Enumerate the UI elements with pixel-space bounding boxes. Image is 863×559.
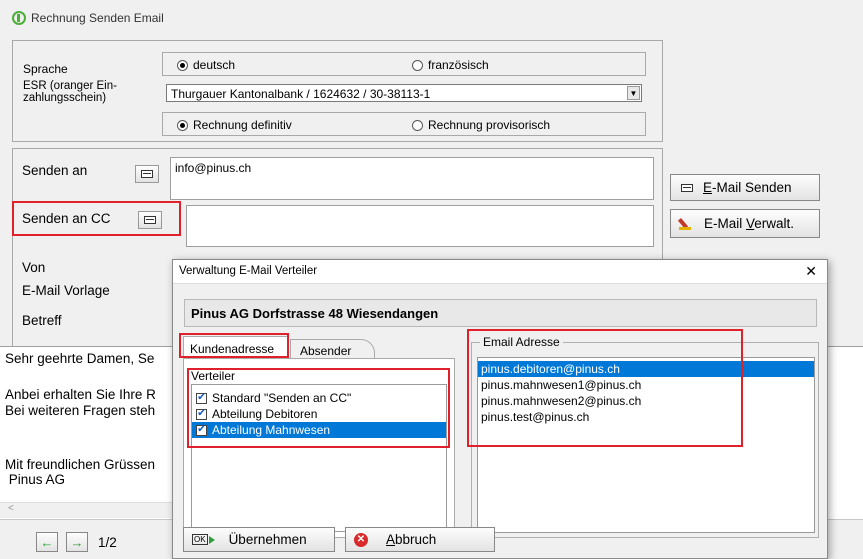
sprache-label: Sprache [23,62,68,76]
radio-definitiv-label: Rechnung definitiv [193,118,292,132]
cancel-icon: ✕ [354,532,368,547]
dialog-title-bar: Verwaltung E-Mail Verteiler ✕ [173,260,827,284]
senden-an-cc-address-button[interactable] [138,211,162,229]
radio-empty-icon [412,59,423,71]
tab-absender[interactable]: Absender [290,339,375,359]
arrow-right-icon: → [70,534,84,550]
betreff-label: Betreff [22,313,62,328]
email-senden-label: -Mail Senden [712,180,792,195]
senden-an-label: Senden an [22,163,88,178]
esr-select[interactable]: Thurgauer Kantonalbank / 1624632 / 30-38… [166,84,642,102]
close-icon[interactable]: ✕ [805,263,817,280]
window-title-bar: Rechnung Senden Email [12,11,164,25]
page-indicator: 1/2 [98,535,117,550]
radio-selected-icon [177,59,188,71]
envelope-icon [681,183,693,192]
von-label: Von [22,260,46,275]
radio-empty-icon [412,119,423,131]
radio-definitiv[interactable]: Rechnung definitiv [177,118,292,132]
radio-deutsch[interactable]: deutsch [177,58,235,72]
address-header: Pinus AG Dorfstrasse 48 Wiesendangen [184,299,817,327]
uebernehmen-button[interactable]: OK Übernehmen [183,527,335,552]
radio-deutsch-label: deutsch [193,58,236,72]
highlight-tab-kundenadresse [179,333,289,358]
dialog-title: Verwaltung E-Mail Verteiler [179,265,318,277]
email-vorlage-label: E-Mail Vorlage [22,283,110,298]
verteiler-dialog: Verwaltung E-Mail Verteiler ✕ Pinus AG D… [172,259,828,559]
highlight-verteiler [187,368,450,448]
radio-franzoesisch-label: französisch [428,58,489,72]
body-line-1: Sehr geehrte Damen, Se [5,351,155,366]
nav-next-button[interactable]: → [66,532,88,552]
arrow-left-icon: ← [40,534,54,550]
abbruch-button[interactable]: ✕ Abbruch [345,527,495,552]
address-book-icon [141,170,153,178]
email-verwalt-label: erwalt. [754,216,795,231]
esr-label: ESR (oranger Ein-zahlungsschein) [23,80,117,104]
uebernehmen-label: Übernehmen [228,532,307,547]
email-senden-mnemonic: E [703,180,713,195]
senden-an-cc-field[interactable] [186,205,654,247]
senden-an-cc-label: Senden an CC [22,211,111,226]
body-line-4: Mit freundlichen Grüssen [5,457,156,472]
address-book-icon [144,216,156,224]
senden-an-field[interactable]: info@pinus.ch [170,157,654,200]
body-line-5: Pinus AG [5,472,66,487]
window-title: Rechnung Senden Email [31,11,164,25]
app-logo-icon [12,11,26,25]
dialog-address: Pinus AG Dorfstrasse 48 Wiesendangen [191,306,439,321]
ok-badge: OK [192,534,208,545]
body-line-2: Anbei erhalten Sie Ihre R [5,387,156,402]
edit-pen-icon [677,217,693,231]
email-verwalt-button[interactable]: E-Mail Verwalt. [670,209,820,238]
horizontal-scrollbar[interactable]: < [0,502,172,518]
nav-prev-button[interactable]: ← [36,532,58,552]
senden-an-value: info@pinus.ch [175,161,252,175]
radio-provisorisch[interactable]: Rechnung provisorisch [412,118,550,132]
highlight-email-adresse [467,329,743,447]
chevron-down-icon[interactable]: ▼ [627,86,640,100]
ok-icon: OK [192,534,215,545]
email-verwalt-prefix: E-Mail [704,216,747,231]
radio-provisorisch-label: Rechnung provisorisch [428,118,551,132]
radio-franzoesisch[interactable]: französisch [412,58,489,72]
abbruch-mnemonic: A [386,532,396,547]
radio-selected-icon [177,119,188,131]
scroll-left-icon[interactable]: < [8,503,14,514]
senden-an-address-button[interactable] [135,165,159,183]
body-line-3: Bei weiteren Fragen steh [5,403,156,418]
abbruch-label: bbruch [395,532,437,547]
esr-value: Thurgauer Kantonalbank / 1624632 / 30-38… [171,87,431,101]
email-senden-button[interactable]: E-Mail Senden [670,174,820,201]
tab-absender-label: Absender [300,344,352,358]
